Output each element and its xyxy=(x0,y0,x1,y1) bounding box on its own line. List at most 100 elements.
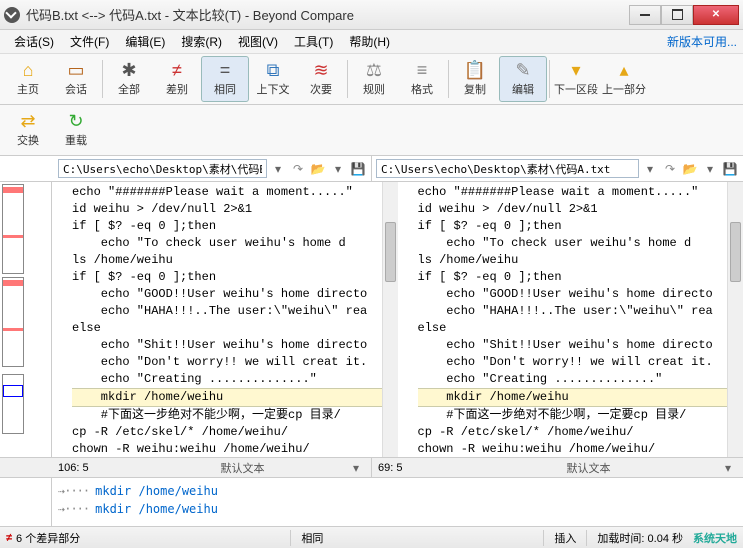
code-line[interactable]: if [ $? -eq 0 ];then xyxy=(418,218,743,235)
not-equal-icon: ≠ xyxy=(6,532,12,544)
menu-session[interactable]: 会话(S) xyxy=(6,30,62,53)
code-line[interactable]: ls /home/weihu xyxy=(72,252,398,269)
menu-search[interactable]: 搜索(R) xyxy=(173,30,230,53)
right-format-dropdown[interactable]: ▾ xyxy=(719,459,737,477)
rules-button[interactable]: ⚖规则 xyxy=(350,56,398,102)
right-history-icon[interactable]: ↷ xyxy=(661,160,679,178)
code-line[interactable]: if [ $? -eq 0 ];then xyxy=(72,218,398,235)
menu-tools[interactable]: 工具(T) xyxy=(286,30,341,53)
code-line[interactable]: echo "Creating .............." xyxy=(72,371,398,388)
thumbnail-column[interactable] xyxy=(0,182,52,457)
asterisk-icon: ✱ xyxy=(121,61,136,79)
code-line[interactable]: else xyxy=(418,320,743,337)
same-button[interactable]: =相同 xyxy=(201,56,249,102)
menu-view[interactable]: 视图(V) xyxy=(230,30,286,53)
code-line[interactable]: #下面这一步绝对不能少啊，一定要cp 目录/ xyxy=(72,407,398,424)
left-dropdown2-icon[interactable]: ▾ xyxy=(329,160,347,178)
left-path-input[interactable] xyxy=(58,159,267,178)
not-equal-icon: ≠ xyxy=(172,61,182,79)
menu-file[interactable]: 文件(F) xyxy=(62,30,117,53)
code-line[interactable]: cp -R /etc/skel/* /home/weihu/ xyxy=(72,424,398,441)
right-code-pane[interactable]: echo "#######Please wait a moment....."i… xyxy=(398,182,743,457)
swap-icon: ⇄ xyxy=(20,112,35,130)
diff-line-1: ⇢···· mkdir /home/weihu xyxy=(58,482,737,500)
diffs-button[interactable]: ≠差别 xyxy=(153,56,201,102)
code-line[interactable]: id weihu > /dev/null 2>&1 xyxy=(418,201,743,218)
up-arrow-icon: ▴ xyxy=(619,61,628,79)
code-line[interactable]: else xyxy=(72,320,398,337)
code-line[interactable]: echo "GOOD!!User weihu's home directo xyxy=(418,286,743,303)
edit-button[interactable]: ✎编辑 xyxy=(499,56,547,102)
minimize-button[interactable] xyxy=(629,5,661,25)
close-button[interactable] xyxy=(693,5,739,25)
diff-detail: ⇢···· mkdir /home/weihu ⇢···· mkdir /hom… xyxy=(0,478,743,530)
code-line[interactable]: echo "To check user weihu's home d xyxy=(72,235,398,252)
code-line[interactable]: echo "Shit!!User weihu's home directo xyxy=(418,337,743,354)
maximize-button[interactable] xyxy=(661,5,693,25)
right-dropdown-icon[interactable]: ▾ xyxy=(641,160,659,178)
code-line[interactable]: cp -R /etc/skel/* /home/weihu/ xyxy=(418,424,743,441)
code-line[interactable]: echo "Shit!!User weihu's home directo xyxy=(72,337,398,354)
code-line[interactable]: echo "To check user weihu's home d xyxy=(418,235,743,252)
code-line[interactable]: echo "HAHA!!!..The user:\"weihu\" rea xyxy=(72,303,398,320)
code-line[interactable]: echo "GOOD!!User weihu's home directo xyxy=(72,286,398,303)
left-scrollbar[interactable] xyxy=(382,182,398,457)
code-line[interactable]: #下面这一步绝对不能少啊，一定要cp 目录/ xyxy=(418,407,743,424)
right-open-icon[interactable]: 📂 xyxy=(681,160,699,178)
menu-help[interactable]: 帮助(H) xyxy=(341,30,398,53)
right-thumb xyxy=(2,277,24,367)
swap-button[interactable]: ⇄交换 xyxy=(4,107,52,153)
code-line[interactable]: echo "#######Please wait a moment....." xyxy=(72,184,398,201)
code-line[interactable]: ls /home/weihu xyxy=(418,252,743,269)
status-same: 相同 xyxy=(290,530,333,546)
code-line[interactable]: id weihu > /dev/null 2>&1 xyxy=(72,201,398,218)
menu-edit[interactable]: 编辑(E) xyxy=(117,30,173,53)
diff-line-2: ⇢···· mkdir /home/weihu xyxy=(58,500,737,518)
left-open-icon[interactable]: 📂 xyxy=(309,160,327,178)
right-dropdown2-icon[interactable]: ▾ xyxy=(701,160,719,178)
code-line[interactable]: echo "Don't worry!! we will creat it. xyxy=(418,354,743,371)
left-thumb xyxy=(2,184,24,274)
left-code-pane[interactable]: echo "#######Please wait a moment....."i… xyxy=(52,182,398,457)
copy-button[interactable]: 📋复制 xyxy=(451,56,499,102)
context-button[interactable]: ⧉上下文 xyxy=(249,56,297,102)
brand-logo: 系统天地 xyxy=(693,530,737,546)
all-button[interactable]: ✱全部 xyxy=(105,56,153,102)
session-button[interactable]: ▭会话 xyxy=(52,56,100,102)
right-path-input[interactable] xyxy=(376,159,639,178)
prev-section-button[interactable]: ▴上一部分 xyxy=(600,56,648,102)
code-line[interactable]: mkdir /home/weihu xyxy=(418,388,743,407)
minor-button[interactable]: ≋次要 xyxy=(297,56,345,102)
format-button[interactable]: ≡格式 xyxy=(398,56,446,102)
statusbar: ≠ 6 个差异部分 相同 插入 加载时间: 0.04 秒 系统天地 xyxy=(0,526,743,548)
code-line[interactable]: echo "Creating .............." xyxy=(418,371,743,388)
right-save-icon[interactable]: 💾 xyxy=(721,160,739,178)
briefcase-icon: ▭ xyxy=(67,61,84,79)
code-line[interactable]: chown -R weihu:weihu /home/weihu/ xyxy=(72,441,398,457)
left-dropdown-icon[interactable]: ▾ xyxy=(269,160,287,178)
home-button[interactable]: ⌂主页 xyxy=(4,56,52,102)
toolbar: ⌂主页 ▭会话 ✱全部 ≠差别 =相同 ⧉上下文 ≋次要 ⚖规则 ≡格式 📋复制… xyxy=(0,54,743,105)
menubar: 会话(S) 文件(F) 编辑(E) 搜索(R) 视图(V) 工具(T) 帮助(H… xyxy=(0,30,743,54)
left-history-icon[interactable]: ↷ xyxy=(289,160,307,178)
titlebar: 代码B.txt <--> 代码A.txt - 文本比较(T) - Beyond … xyxy=(0,0,743,30)
path-bar: ▾ ↷ 📂 ▾ 💾 ▾ ↷ 📂 ▾ 💾 xyxy=(0,156,743,182)
code-line[interactable]: if [ $? -eq 0 ];then xyxy=(72,269,398,286)
left-cursor-pos: 106: 5 xyxy=(58,462,138,474)
code-line[interactable]: chown -R weihu:weihu /home/weihu/ xyxy=(418,441,743,457)
left-save-icon[interactable]: 💾 xyxy=(349,160,367,178)
code-line[interactable]: echo "HAHA!!!..The user:\"weihu\" rea xyxy=(418,303,743,320)
down-arrow-icon: ▾ xyxy=(571,61,580,79)
new-version-link[interactable]: 新版本可用... xyxy=(667,33,737,50)
code-line[interactable]: echo "#######Please wait a moment....." xyxy=(418,184,743,201)
next-section-button[interactable]: ▾下一区段 xyxy=(552,56,600,102)
code-line[interactable]: echo "Don't worry!! we will creat it. xyxy=(72,354,398,371)
home-icon: ⌂ xyxy=(23,61,34,79)
status-insert: 插入 xyxy=(543,530,586,546)
reload-button[interactable]: ↻重载 xyxy=(52,107,100,153)
right-cursor-pos: 69: 5 xyxy=(378,462,458,474)
code-line[interactable]: if [ $? -eq 0 ];then xyxy=(418,269,743,286)
code-line[interactable]: mkdir /home/weihu xyxy=(72,388,398,407)
left-format-dropdown[interactable]: ▾ xyxy=(347,459,365,477)
right-scrollbar[interactable] xyxy=(727,182,743,457)
